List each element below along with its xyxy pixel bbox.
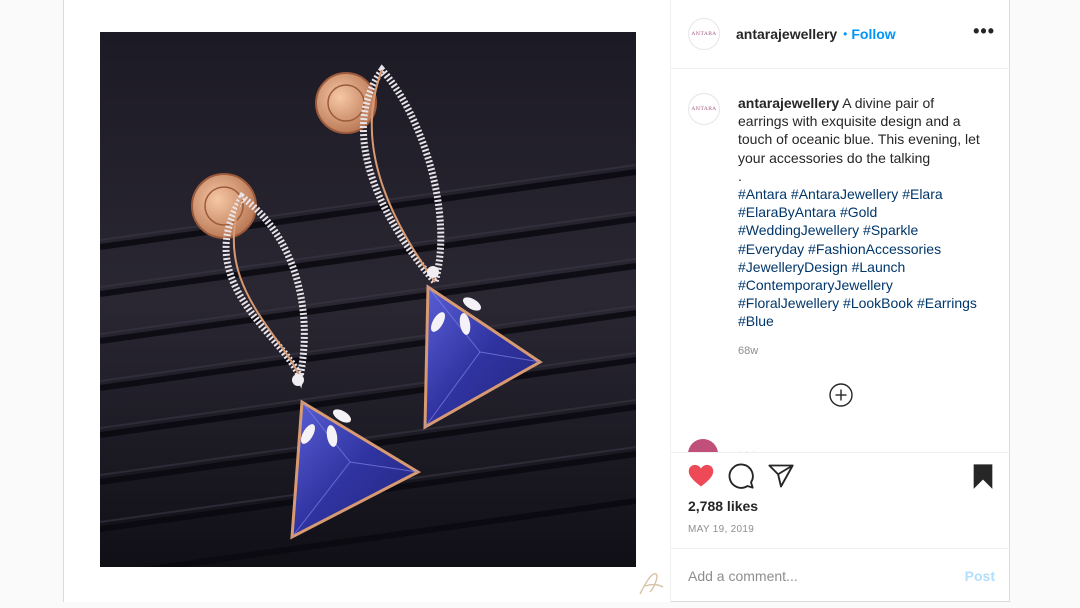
comment-composer: Post — [671, 548, 1011, 602]
follow-button[interactable]: Follow — [851, 26, 895, 42]
follow-separator: • — [843, 27, 848, 41]
avatar[interactable]: ANTARA — [688, 18, 720, 50]
earrings-photo-graphic — [100, 32, 636, 567]
add-comment-icon[interactable] — [829, 383, 853, 407]
post-actions: 2,788 likes MAY 19, 2019 — [671, 452, 1011, 552]
comments-section[interactable]: ANTARA antarajewellery A divine pair of … — [671, 69, 1011, 452]
caption-hashtags[interactable]: #Antara #AntaraJewellery #Elara #ElaraBy… — [738, 186, 977, 329]
post-date: MAY 19, 2019 — [688, 524, 755, 535]
caption-avatar[interactable]: ANTARA — [688, 93, 720, 125]
caption-username[interactable]: antarajewellery — [738, 95, 839, 111]
comment-icon[interactable] — [727, 462, 755, 490]
bookmark-icon[interactable] — [969, 462, 997, 490]
commenter-avatar[interactable] — [688, 439, 718, 452]
username-link[interactable]: antarajewellery — [736, 26, 837, 42]
post-photo[interactable] — [100, 32, 636, 567]
heart-icon[interactable] — [687, 462, 715, 490]
post-sidebar: ANTARA antarajewellery • Follow ••• ANTA… — [670, 0, 1011, 602]
more-options-icon[interactable]: ••• — [973, 22, 995, 40]
likes-count[interactable]: 2,788 likes — [688, 498, 758, 514]
caption-break: . — [738, 167, 742, 184]
comment-input[interactable] — [688, 565, 948, 587]
post-media — [64, 0, 670, 602]
comment-preview: ... — [738, 441, 759, 452]
watermark-logo-icon — [636, 568, 666, 598]
post-caption: antarajewellery A divine pair of earring… — [738, 94, 988, 331]
post-time-ago: 68w — [738, 345, 759, 357]
post-header: ANTARA antarajewellery • Follow ••• — [671, 0, 1011, 69]
share-icon[interactable] — [767, 462, 795, 490]
post-comment-button[interactable]: Post — [965, 568, 995, 584]
post-modal: ANTARA antarajewellery • Follow ••• ANTA… — [63, 0, 1011, 602]
